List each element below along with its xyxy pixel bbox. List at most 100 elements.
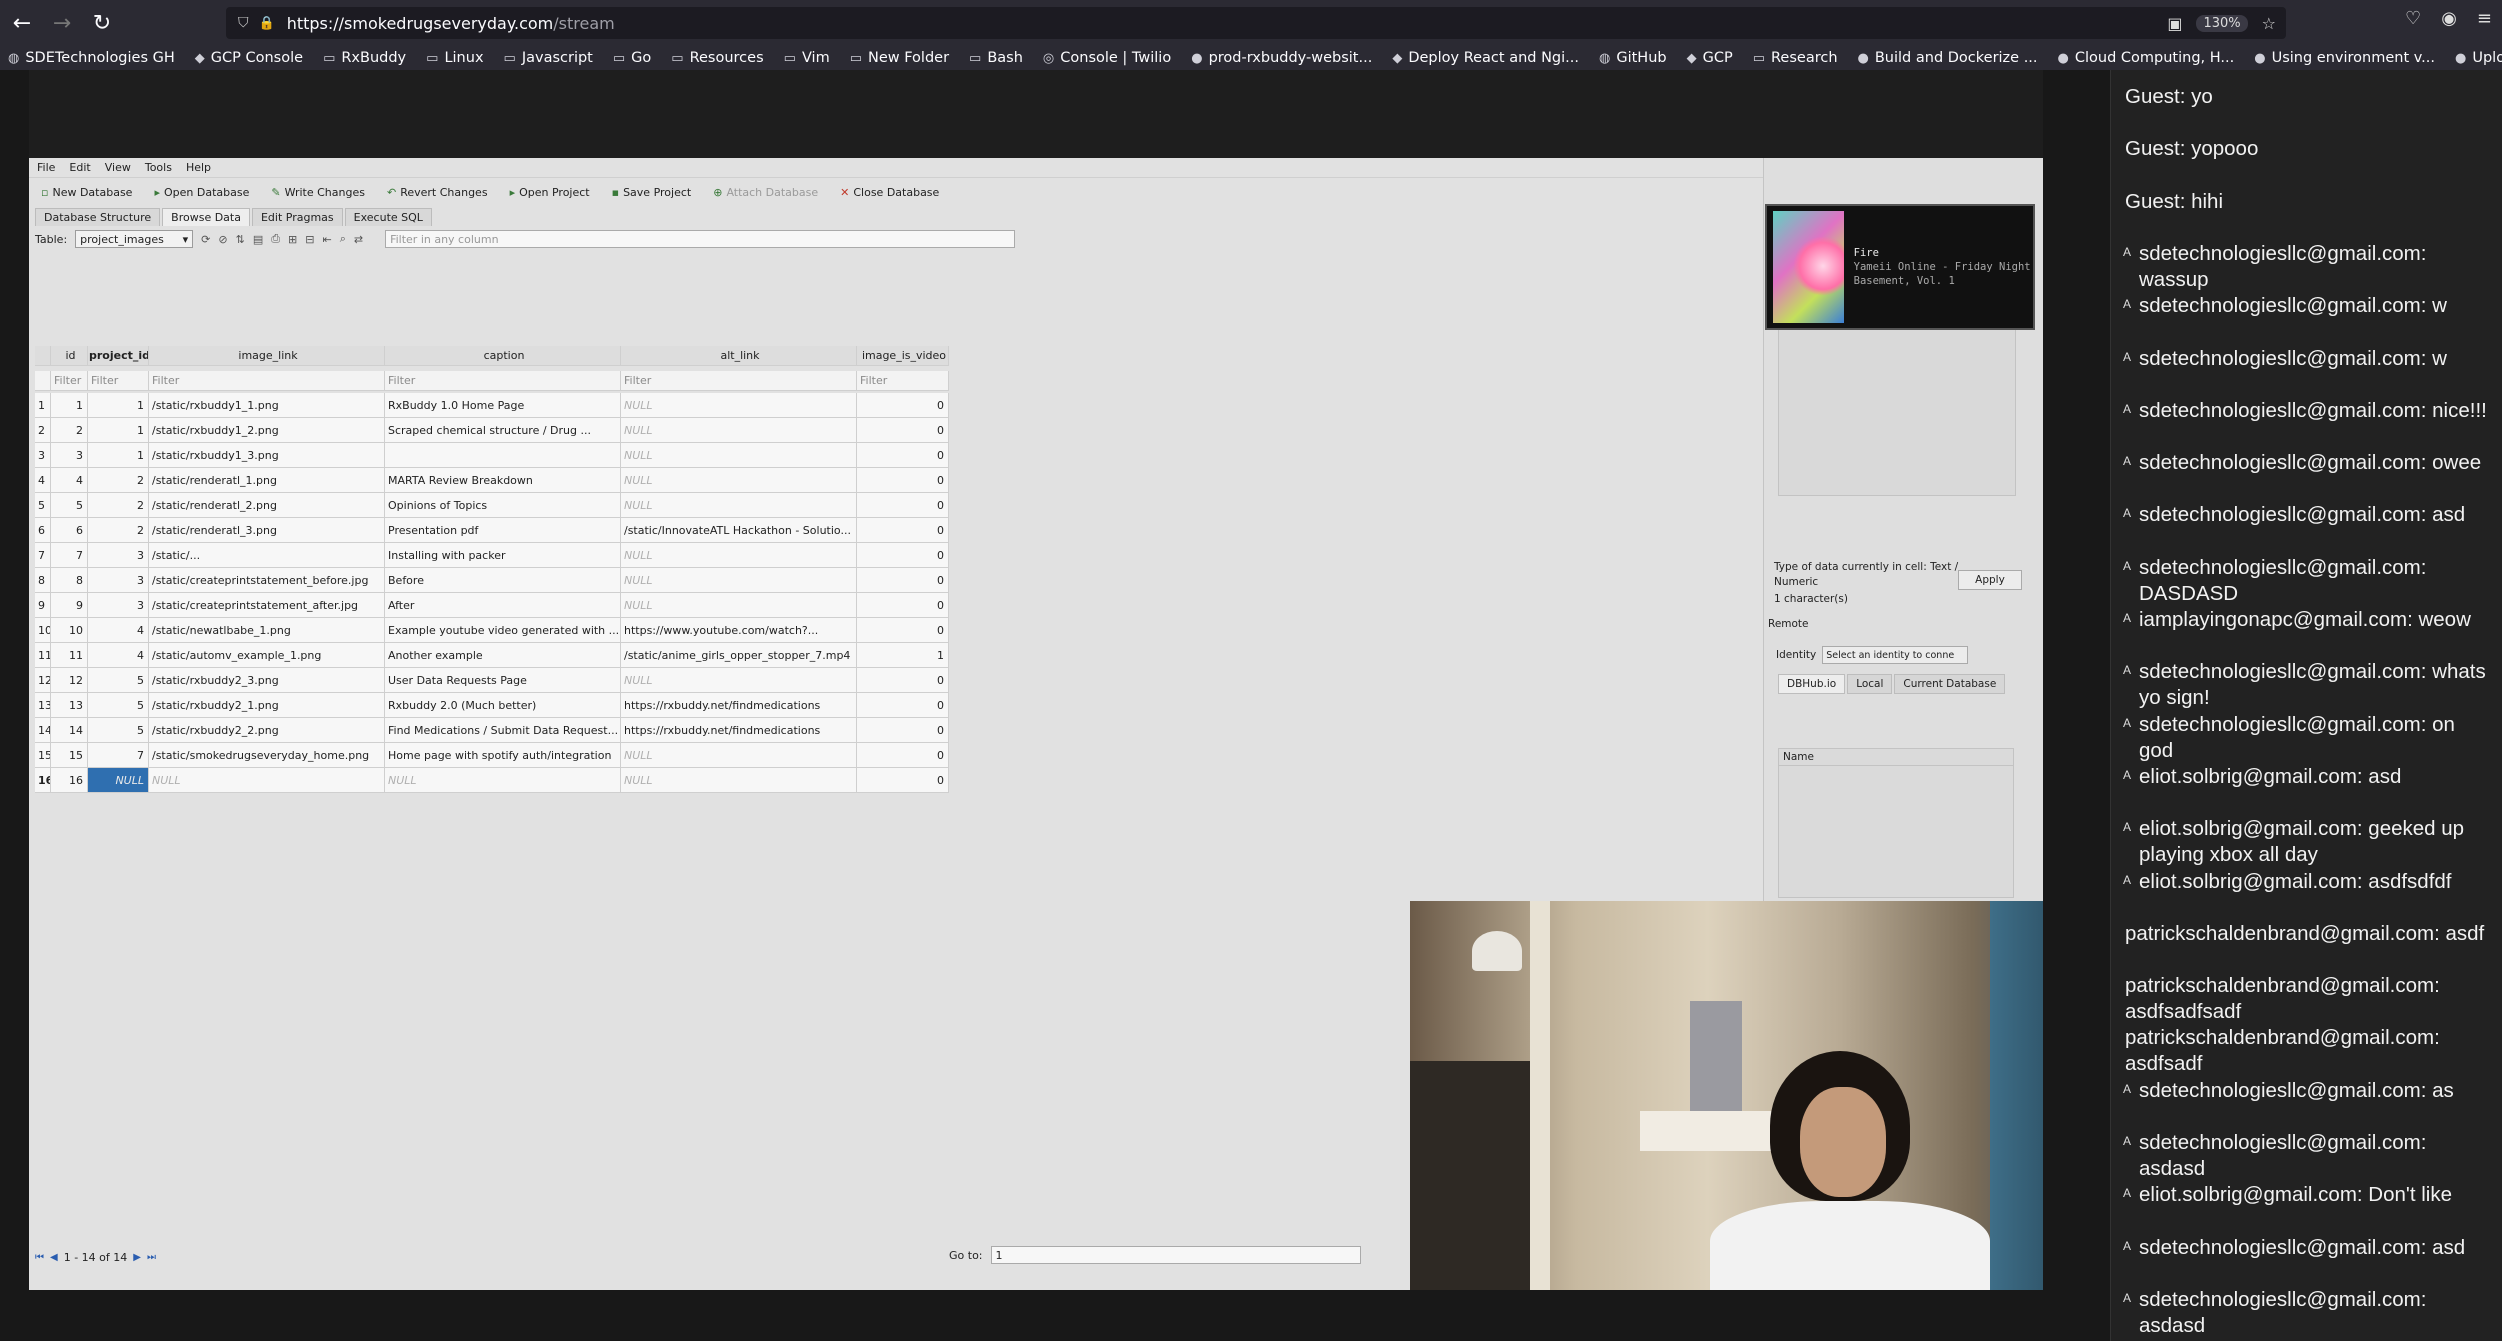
column-filter-input[interactable]: Filter — [385, 370, 621, 391]
table-cell[interactable]: Example youtube video generated with ... — [385, 618, 621, 643]
column-header[interactable]: image_link — [149, 345, 385, 366]
menu-item[interactable]: Edit — [69, 161, 90, 174]
toolbar-button[interactable]: ✕ Close Database — [840, 186, 939, 199]
table-cell[interactable]: 0 — [857, 393, 949, 418]
clear-sort-icon[interactable]: ⇅ — [236, 233, 245, 246]
last-page-icon[interactable]: ⏭ — [147, 1252, 156, 1263]
tab-item[interactable]: Browse Data — [162, 208, 250, 226]
menu-item[interactable]: Help — [186, 161, 211, 174]
bookmark-item[interactable]: ● prod-rxbuddy-websit... — [1191, 50, 1372, 66]
toolbar-button[interactable]: ▫ New Database — [41, 186, 132, 199]
table-cell[interactable]: Opinions of Topics — [385, 493, 621, 518]
column-header[interactable]: image_is_video — [857, 345, 949, 366]
table-cell[interactable]: 3 — [51, 443, 88, 468]
toolbar-button[interactable]: ⊕ Attach Database — [713, 186, 818, 199]
table-cell[interactable]: NULL — [88, 768, 149, 793]
table-row[interactable]: 6 6 2/static/renderatl_3.png Presentation p… — [35, 518, 949, 543]
table-cell[interactable]: Find Medications / Submit Data Request..… — [385, 718, 621, 743]
toolbar-button[interactable]: ▸ Open Database — [154, 186, 249, 199]
table-cell[interactable]: RxBuddy 1.0 Home Page — [385, 393, 621, 418]
table-cell[interactable]: 12 — [51, 668, 88, 693]
table-row[interactable]: 15 15 7/static/smokedrugseveryday_home.png… — [35, 743, 949, 768]
table-cell[interactable]: 13 — [51, 693, 88, 718]
column-header[interactable]: caption — [385, 345, 621, 366]
table-cell[interactable]: 0 — [857, 493, 949, 518]
table-cell[interactable]: /static/rxbuddy1_3.png — [149, 443, 385, 468]
goto-input[interactable]: 1 — [990, 1246, 1361, 1264]
menu-item[interactable]: View — [105, 161, 131, 174]
identity-select[interactable]: Select an identity to conne — [1822, 646, 1969, 664]
table-cell[interactable]: 10 — [51, 618, 88, 643]
bookmark-item[interactable]: ▭ New Folder — [850, 50, 949, 66]
table-cell[interactable]: 5 — [51, 493, 88, 518]
table-cell[interactable]: /static/rxbuddy2_3.png — [149, 668, 385, 693]
pocket-icon[interactable]: ♡ — [2405, 8, 2421, 29]
table-cell[interactable]: 9 — [51, 593, 88, 618]
bookmark-item[interactable]: ▭ Resources — [671, 50, 763, 66]
table-cell[interactable]: Another example — [385, 643, 621, 668]
table-cell[interactable]: NULL — [621, 443, 857, 468]
column-header[interactable]: alt_link — [621, 345, 857, 366]
bookmark-item[interactable]: ▭ Go — [613, 50, 651, 66]
table-cell[interactable]: /static/createprintstatement_before.jpg — [149, 568, 385, 593]
table-row[interactable]: 7 7 3/static/... Installing with packer NULL… — [35, 543, 949, 568]
tab-item[interactable]: Database Structure — [35, 208, 161, 226]
remote-tab[interactable]: Current Database — [1894, 674, 2006, 694]
table-cell[interactable]: /static/rxbuddy1_2.png — [149, 418, 385, 443]
table-cell[interactable]: 4 — [88, 618, 149, 643]
table-row[interactable]: 14 14 5/static/rxbuddy2_2.png Find Medicati… — [35, 718, 949, 743]
table-cell[interactable] — [385, 443, 621, 468]
now-playing-popup[interactable]: Fire Yameii Online - Friday Night Baseme… — [1765, 204, 2035, 330]
table-cell[interactable]: 0 — [857, 693, 949, 718]
table-cell[interactable]: 15 — [51, 743, 88, 768]
table-cell[interactable]: 8 — [51, 568, 88, 593]
table-cell[interactable]: Scraped chemical structure / Drug ... — [385, 418, 621, 443]
tab-item[interactable]: Execute SQL — [344, 208, 432, 226]
table-row[interactable]: 1 1 1/static/rxbuddy1_1.png RxBuddy 1.0 Hom… — [35, 393, 949, 418]
bookmark-item[interactable]: ◍ SDETechnologies GH — [8, 50, 175, 66]
table-cell[interactable]: 2 — [88, 468, 149, 493]
table-row[interactable]: 10 10 4/static/newatlbabe_1.png Example you… — [35, 618, 949, 643]
find-icon[interactable]: ⌕ — [340, 232, 346, 246]
table-cell[interactable]: NULL — [385, 768, 621, 793]
table-cell[interactable]: 3 — [88, 593, 149, 618]
next-page-icon[interactable]: ▶ — [133, 1252, 141, 1263]
bookmark-item[interactable]: ◍ GitHub — [1599, 50, 1667, 66]
table-cell[interactable]: 6 — [51, 518, 88, 543]
bookmark-item[interactable]: ● Build and Dockerize ... — [1858, 50, 2038, 66]
bookmark-item[interactable]: ● Upload Multiple files ... — [2455, 50, 2502, 66]
table-cell[interactable]: 1 — [88, 393, 149, 418]
bookmark-item[interactable]: ◎ Console | Twilio — [1043, 50, 1171, 66]
bookmark-item[interactable]: ◆ Deploy React and Ngi... — [1392, 50, 1579, 66]
table-cell[interactable]: NULL — [621, 393, 857, 418]
table-cell[interactable]: User Data Requests Page — [385, 668, 621, 693]
table-cell[interactable]: 4 — [51, 468, 88, 493]
bookmark-item[interactable]: ◆ GCP — [1687, 50, 1733, 66]
column-filter-input[interactable]: Filter — [51, 370, 88, 391]
table-cell[interactable]: 3 — [88, 568, 149, 593]
table-cell[interactable]: /static/newatlbabe_1.png — [149, 618, 385, 643]
apply-button[interactable]: Apply — [1958, 570, 2022, 590]
table-row[interactable]: 3 3 1/static/rxbuddy1_3.png NULL 0 — [35, 443, 949, 468]
back-icon[interactable]: ← — [4, 5, 40, 41]
insert-record-icon[interactable]: ⊞ — [288, 233, 297, 246]
toolbar-button[interactable]: ▸ Open Project — [510, 186, 590, 199]
table-cell[interactable]: /static/... — [149, 543, 385, 568]
table-cell[interactable]: /static/smokedrugseveryday_home.png — [149, 743, 385, 768]
table-cell[interactable]: Installing with packer — [385, 543, 621, 568]
table-row[interactable]: 13 13 5/static/rxbuddy2_1.png Rxbuddy 2.0 (… — [35, 693, 949, 718]
table-cell[interactable]: 0 — [857, 568, 949, 593]
table-cell[interactable]: Home page with spotify auth/integration — [385, 743, 621, 768]
table-cell[interactable]: /static/rxbuddy1_1.png — [149, 393, 385, 418]
first-page-icon[interactable]: ⏮ — [35, 1252, 44, 1263]
toolbar-button[interactable]: ✎ Write Changes — [271, 186, 365, 199]
table-cell[interactable]: NULL — [621, 543, 857, 568]
table-cell[interactable]: 0 — [857, 418, 949, 443]
table-select[interactable]: project_images ▾ — [75, 230, 194, 248]
table-cell[interactable]: MARTA Review Breakdown — [385, 468, 621, 493]
table-cell[interactable]: 2 — [88, 518, 149, 543]
account-icon[interactable]: ◉ — [2441, 8, 2457, 29]
column-filter-input[interactable]: Filter — [857, 370, 949, 391]
reload-icon[interactable]: ↻ — [84, 5, 120, 41]
table-cell[interactable]: 0 — [857, 518, 949, 543]
